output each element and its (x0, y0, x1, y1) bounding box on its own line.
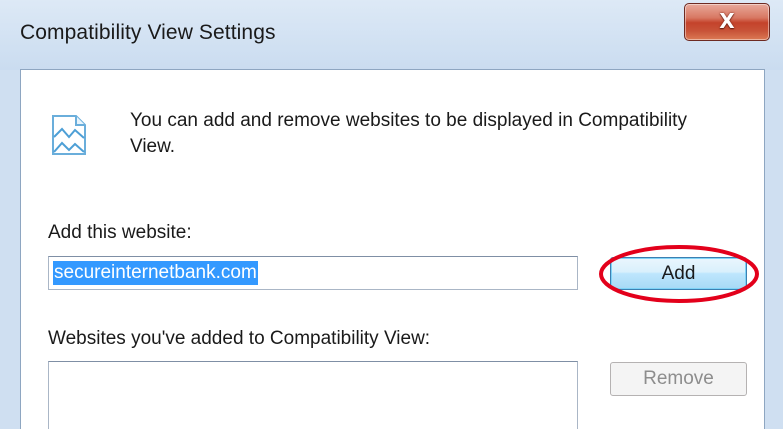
add-website-label: Add this website: (48, 222, 192, 243)
close-button[interactable]: X (684, 3, 770, 41)
close-icon: X (719, 8, 735, 33)
dialog-title: Compatibility View Settings (20, 21, 276, 44)
info-message: You can add and remove websites to be di… (130, 110, 687, 157)
add-website-input[interactable]: secureinternetbank.com (48, 256, 578, 290)
add-website-value: secureinternetbank.com (53, 261, 258, 285)
added-websites-label: Websites you've added to Compatibility V… (48, 328, 431, 349)
compatibility-view-dialog: Compatibility View Settings X You can ad… (0, 0, 783, 429)
remove-button[interactable]: Remove (610, 362, 747, 396)
dialog-content: You can add and remove websites to be di… (20, 69, 765, 429)
add-button[interactable]: Add (610, 257, 747, 290)
added-websites-list[interactable] (48, 361, 578, 429)
compatibility-view-icon (52, 115, 86, 155)
